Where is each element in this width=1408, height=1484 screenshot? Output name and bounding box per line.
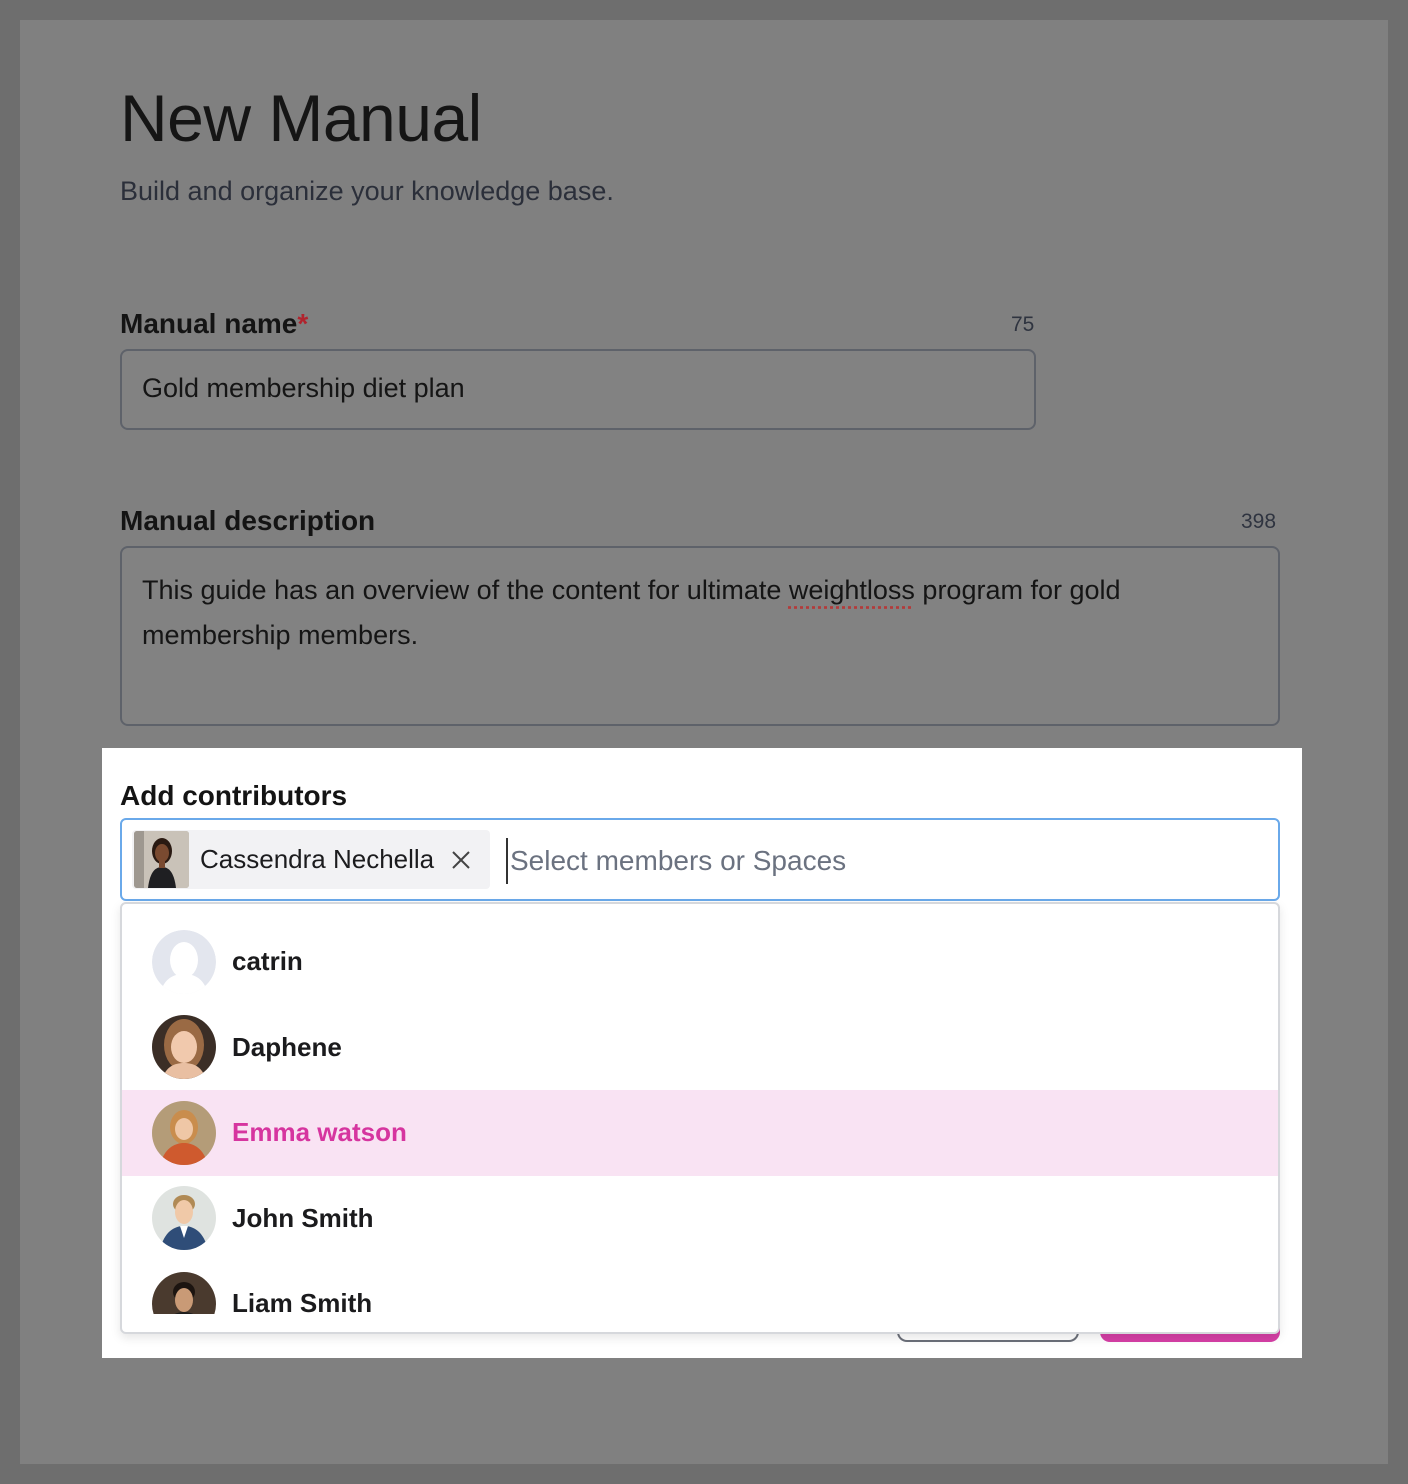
misspelled-word: weightloss [788,575,915,605]
remove-contributor-close-icon[interactable] [450,849,472,871]
contributors-dropdown: catrin Daphene Emma watson John Smith Li… [120,902,1280,1334]
avatar [134,831,189,888]
manual-name-counter: 75 [1011,313,1035,336]
avatar [152,1271,216,1314]
avatar [152,1015,216,1080]
option-name: Liam Smith [232,1288,373,1314]
option-name: John Smith [232,1202,374,1233]
manual-name-label: Manual name* [120,308,309,339]
required-marker: * [297,308,309,339]
list-item[interactable]: Liam Smith [122,1261,1278,1314]
manual-name-input[interactable]: Gold membership diet plan [120,349,1036,430]
manual-description-label: Manual description [120,505,376,536]
default-avatar-icon [152,929,216,994]
contributors-label: Add contributors [120,780,348,811]
contributors-select[interactable]: Cassendra Nechella [120,818,1280,901]
avatar [152,1186,216,1251]
selected-contributor-chip: Cassendra Nechella [132,830,490,889]
list-item[interactable]: Emma watson [122,1090,1278,1176]
contributors-panel: Add contributors Cassendra Nechella Sele… [102,748,1302,1358]
contributors-search-input[interactable] [506,838,1212,884]
list-item[interactable]: catrin [122,919,1278,1005]
manual-description-counter: 398 [1241,510,1277,533]
page-subtitle: Build and organize your knowledge base. [120,176,614,206]
options-list: catrin Daphene Emma watson John Smith Li… [122,919,1278,1314]
selected-contributor-name: Cassendra Nechella [200,844,435,874]
list-item[interactable]: John Smith [122,1176,1278,1262]
option-name: Daphene [232,1031,342,1062]
page-title: New Manual [120,81,482,155]
avatar [152,1100,216,1165]
manual-description-textarea[interactable]: This guide has an overview of the conten… [120,546,1280,726]
option-name: Emma watson [232,1117,407,1148]
option-name: catrin [232,946,303,977]
list-item[interactable]: Daphene [122,1005,1278,1091]
